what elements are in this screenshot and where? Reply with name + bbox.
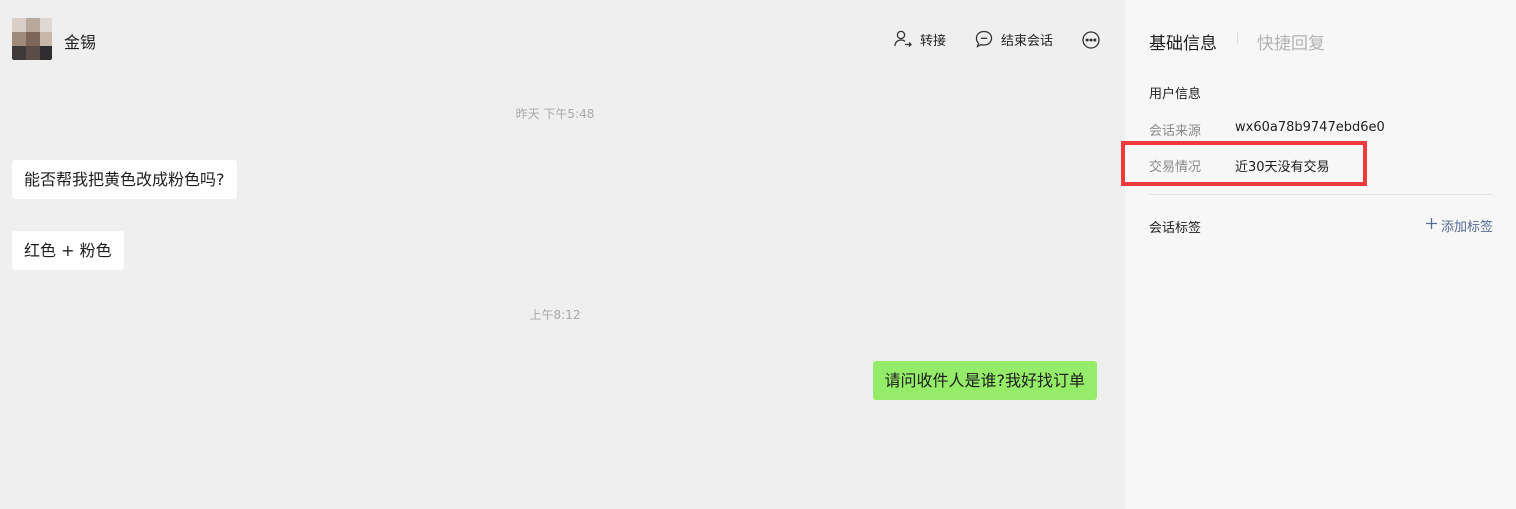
outgoing-message[interactable]: 请问收件人是谁?我好找订单 bbox=[872, 361, 1097, 400]
contact-name: 金锡 bbox=[64, 33, 97, 52]
message-timestamp: 昨天 下午5:48 bbox=[515, 107, 595, 121]
customer-info-panel: 基础信息 快捷回复 用户信息 会话来源 wx60a78b9747ebd6e0 交… bbox=[1125, 0, 1516, 509]
highlight-box bbox=[1121, 141, 1367, 186]
more-options-icon[interactable] bbox=[1081, 30, 1101, 50]
user-transfer-icon bbox=[893, 29, 913, 49]
end-session-label: 结束会话 bbox=[1001, 33, 1054, 49]
session-tags-title: 会话标签 bbox=[1149, 221, 1202, 236]
add-tag-button[interactable]: 添加标签 bbox=[1425, 216, 1493, 235]
avatar[interactable] bbox=[12, 18, 52, 60]
transfer-label: 转接 bbox=[920, 33, 947, 49]
chat-pane: 金锡 转接 结束会话 昨天 下午5:48 能否帮我把黄色改成粉色吗? 红色 + … bbox=[0, 0, 1125, 509]
incoming-message[interactable]: 能否帮我把黄色改成粉色吗? bbox=[12, 160, 237, 199]
chat-bubble-icon bbox=[974, 29, 994, 49]
incoming-message[interactable]: 红色 + 粉色 bbox=[12, 231, 124, 270]
message-timestamp: 上午8:12 bbox=[529, 308, 581, 322]
tab-quick-reply[interactable]: 快捷回复 bbox=[1257, 29, 1325, 54]
transfer-button[interactable]: 转接 bbox=[893, 29, 946, 49]
session-source-label: 会话来源 bbox=[1149, 124, 1202, 139]
tab-basic-info[interactable]: 基础信息 bbox=[1149, 29, 1217, 54]
session-source-value: wx60a78b9747ebd6e0 bbox=[1235, 120, 1385, 135]
plus-icon bbox=[1425, 217, 1438, 234]
add-tag-label: 添加标签 bbox=[1440, 220, 1493, 235]
end-session-button[interactable]: 结束会话 bbox=[974, 29, 1053, 49]
section-divider bbox=[1149, 194, 1493, 195]
user-info-title: 用户信息 bbox=[1149, 87, 1202, 102]
tab-divider bbox=[1237, 32, 1238, 44]
